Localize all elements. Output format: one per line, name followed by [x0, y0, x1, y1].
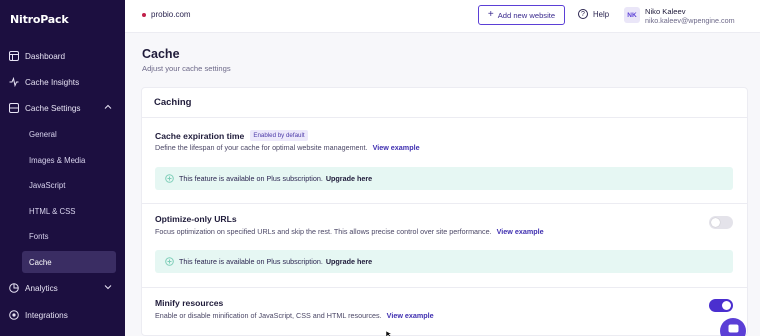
sidebar-item-label: Integrations [25, 310, 68, 320]
integrations-icon [9, 310, 19, 320]
sidebar: NitroPack Dashboard Cache Insights Cache… [0, 0, 125, 336]
sidebar-item-integrations[interactable]: Integrations [0, 304, 125, 326]
sidebar-item-cache-settings[interactable]: Cache Settings [0, 97, 125, 119]
upgrade-link[interactable]: Upgrade here [326, 257, 372, 266]
mouse-cursor-icon [386, 331, 393, 336]
row-description-text: Enable or disable minification of JavaSc… [155, 311, 382, 320]
top-bar: probio.com + Add new website ? Help NK N… [125, 0, 760, 33]
plus-circle-icon [165, 174, 174, 183]
sidebar-item-label: Cache Settings [25, 103, 81, 113]
sidebar-item-label: Dashboard [25, 51, 66, 61]
plus-subscription-notice: This feature is available on Plus subscr… [155, 250, 733, 273]
user-email: niko.kaleev@wpengine.com [645, 16, 735, 25]
row-title-text: Minify resources [155, 298, 224, 308]
sidebar-subitem-cache[interactable]: Cache [22, 251, 116, 273]
plus-icon: + [487, 9, 494, 20]
upgrade-link[interactable]: Upgrade here [326, 174, 372, 183]
plus-circle-icon [165, 257, 174, 266]
notice-text: This feature is available on Plus subscr… [179, 257, 323, 266]
nitropack-logo[interactable]: NitroPack [10, 13, 69, 26]
add-website-label: Add new website [497, 10, 556, 20]
help-link[interactable]: ? Help [578, 9, 609, 19]
divider [141, 203, 748, 204]
sidebar-subitem-javascript[interactable]: JavaScript [22, 174, 116, 196]
row-title-text: Cache expiration time [155, 130, 245, 141]
sidebar-subitem-images-media[interactable]: Images & Media [22, 149, 116, 171]
optimize-only-urls-title: Optimize-only URLs [155, 214, 237, 224]
chevron-down-icon [104, 285, 112, 290]
insights-icon [9, 77, 19, 87]
help-label: Help [593, 9, 610, 19]
cache-expiration-title: Cache expiration time Enabled by default [155, 130, 308, 141]
minify-resources-title: Minify resources [155, 298, 223, 308]
sidebar-item-dashboard[interactable]: Dashboard [0, 45, 125, 67]
chat-icon [728, 324, 738, 333]
divider [141, 287, 748, 288]
site-selector[interactable]: probio.com [142, 10, 191, 19]
sidebar-item-label: Analytics [25, 283, 58, 293]
sidebar-item-label: Cache Insights [25, 77, 80, 87]
caching-card [141, 87, 748, 336]
divider [141, 117, 748, 118]
cache-expiration-description: Define the lifespan of your cache for op… [155, 143, 420, 152]
toggle-knob [722, 301, 731, 310]
page-title: Cache [142, 47, 180, 61]
analytics-icon [9, 283, 19, 293]
row-title-text: Optimize-only URLs [155, 214, 237, 224]
sidebar-subitem-html-css[interactable]: HTML & CSS [22, 200, 116, 222]
row-description-text: Focus optimization on specified URLs and… [155, 227, 492, 236]
caching-section-title: Caching [154, 97, 192, 108]
avatar[interactable]: NK [624, 7, 640, 23]
optimize-only-urls-description: Focus optimization on specified URLs and… [155, 227, 544, 236]
optimize-only-urls-toggle[interactable] [709, 216, 733, 229]
notice-text: This feature is available on Plus subscr… [179, 174, 323, 183]
view-example-link[interactable]: View example [373, 143, 420, 152]
row-description-text: Define the lifespan of your cache for op… [155, 143, 368, 152]
site-status-dot [142, 12, 146, 17]
minify-resources-toggle[interactable] [709, 299, 733, 312]
user-name: Niko Kaleev [645, 7, 686, 16]
dashboard-icon [9, 51, 19, 61]
minify-resources-description: Enable or disable minification of JavaSc… [155, 311, 434, 320]
cache-settings-icon [9, 103, 19, 113]
enabled-default-badge: Enabled by default [250, 130, 308, 141]
help-icon: ? [578, 9, 588, 19]
add-website-button[interactable]: + Add new website [478, 5, 565, 25]
sidebar-item-cache-insights[interactable]: Cache Insights [0, 71, 125, 93]
sidebar-subitem-fonts[interactable]: Fonts [22, 225, 116, 247]
plus-subscription-notice: This feature is available on Plus subscr… [155, 167, 733, 190]
view-example-link[interactable]: View example [387, 311, 434, 320]
sidebar-item-analytics[interactable]: Analytics [0, 277, 125, 299]
page-subtitle: Adjust your cache settings [142, 64, 231, 73]
sidebar-subitem-general[interactable]: General [22, 123, 116, 145]
toggle-knob [711, 218, 720, 227]
site-domain: probio.com [151, 10, 191, 19]
chevron-up-icon [104, 104, 112, 109]
view-example-link[interactable]: View example [497, 227, 544, 236]
